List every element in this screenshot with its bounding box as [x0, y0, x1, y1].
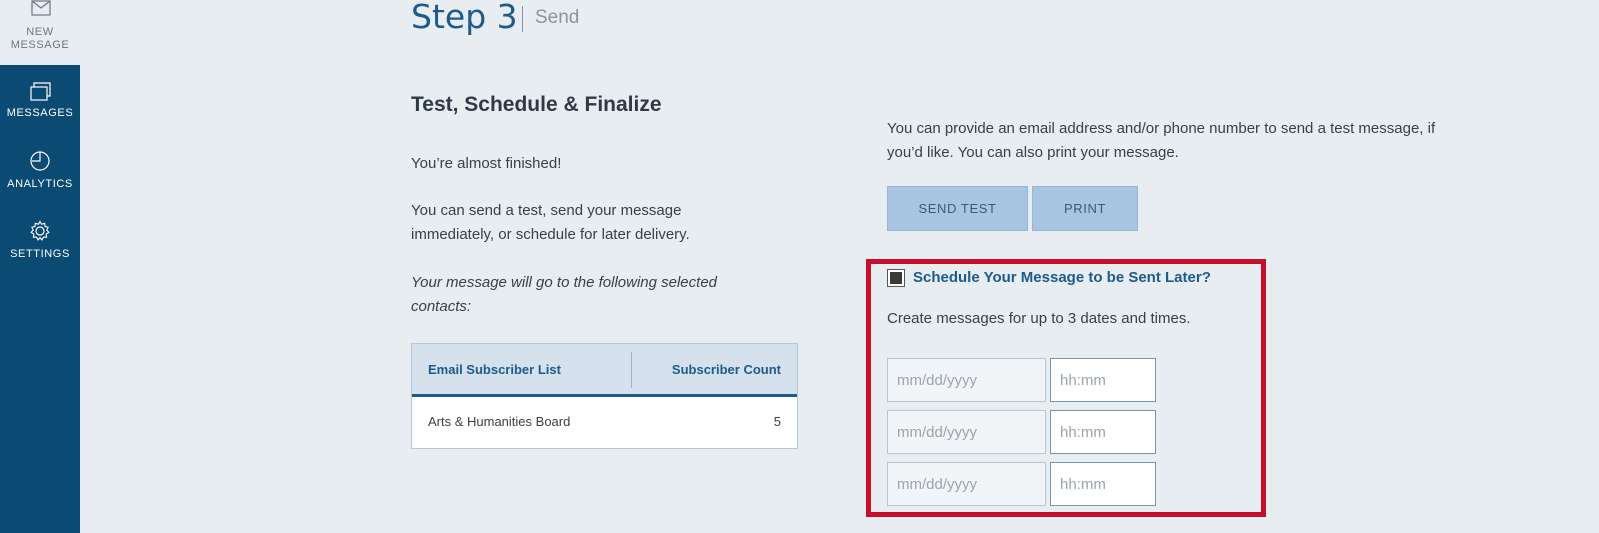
test-instructions-line: you’d like. You can also print your mess… [887, 144, 1179, 161]
envelope-icon [31, 0, 51, 16]
column-header-count[interactable]: Subscriber Count [672, 362, 781, 377]
section-title: Test, Schedule & Finalize [411, 93, 662, 116]
table-row: Arts & Humanities Board 5 [412, 397, 797, 447]
table-header: Email Subscriber List Subscriber Count [412, 344, 797, 397]
print-button[interactable]: PRINT [1032, 186, 1138, 231]
time-input-1[interactable] [1050, 358, 1156, 402]
column-divider [631, 352, 632, 388]
sidebar-item-label: MESSAGES [6, 107, 74, 119]
sidebar: NEW MESSAGE MESSAGES ANALYTICS SETTINGS [0, 0, 80, 533]
instructions-line: immediately, or schedule for later deliv… [411, 226, 690, 243]
send-test-button[interactable]: SEND TEST [887, 186, 1028, 231]
contacts-note: Your message will go to the following se… [411, 271, 717, 319]
test-instructions-line: You can provide an email address and/or … [887, 120, 1436, 137]
contacts-note-line: Your message will go to the following se… [411, 274, 718, 291]
subscriber-count-cell: 5 [773, 414, 781, 429]
new-message-label-line2: MESSAGE [10, 39, 70, 51]
instructions-line: You can send a test, send your message [411, 202, 682, 219]
sidebar-item-label: ANALYTICS [7, 178, 73, 190]
list-name-cell: Arts & Humanities Board [428, 414, 571, 429]
time-input-2[interactable] [1050, 410, 1156, 454]
date-input-2[interactable] [887, 410, 1046, 454]
title-divider [522, 6, 523, 32]
sidebar-item-label: SETTINGS [10, 248, 70, 260]
time-input-3[interactable] [1050, 462, 1156, 506]
page-subtitle: Send [535, 7, 580, 28]
new-message-label-line1: NEW [26, 26, 54, 38]
date-input-1[interactable] [887, 358, 1046, 402]
sidebar-item-messages[interactable]: MESSAGES [0, 81, 80, 119]
messages-icon [30, 82, 51, 101]
schedule-label[interactable]: Schedule Your Message to be Sent Later? [913, 269, 1211, 286]
page-title: Step 3 [411, 0, 518, 36]
pie-chart-icon [30, 151, 50, 171]
schedule-description: Create messages for up to 3 dates and ti… [887, 310, 1191, 327]
subscriber-table: Email Subscriber List Subscriber Count A… [411, 343, 798, 449]
date-input-3[interactable] [887, 462, 1046, 506]
sidebar-item-analytics[interactable]: ANALYTICS [0, 150, 80, 190]
sidebar-nav: MESSAGES ANALYTICS SETTINGS [0, 65, 80, 533]
test-instructions: You can provide an email address and/or … [887, 117, 1507, 165]
sidebar-item-settings[interactable]: SETTINGS [0, 220, 80, 260]
column-header-list[interactable]: Email Subscriber List [428, 362, 561, 377]
new-message-button[interactable]: NEW MESSAGE [0, 0, 80, 65]
instructions-text: You can send a test, send your message i… [411, 199, 690, 247]
intro-text: You’re almost finished! [411, 155, 562, 172]
schedule-checkbox[interactable] [887, 269, 905, 287]
contacts-note-line: contacts: [411, 298, 472, 315]
gear-icon [30, 220, 50, 241]
